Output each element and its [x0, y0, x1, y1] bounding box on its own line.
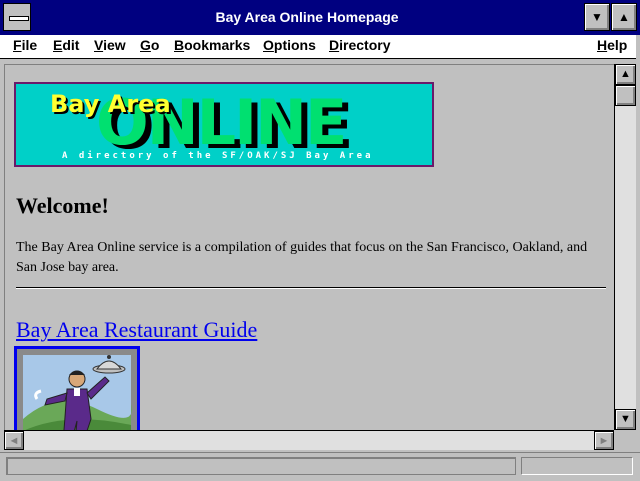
page-content[interactable]: ONLINE ONLINE Bay Area A directory of th… [4, 64, 615, 431]
scroll-right-button[interactable]: ► [594, 431, 614, 450]
menu-help[interactable]: Help [597, 37, 627, 53]
vertical-scrollbar[interactable]: ▲ ▼ [614, 64, 636, 430]
menu-view[interactable]: View [94, 37, 126, 53]
scroll-up-button[interactable]: ▲ [615, 64, 636, 85]
browser-window: Bay Area Online Homepage ▼ ▲ File Edit V… [0, 0, 640, 481]
menu-file[interactable]: File [13, 37, 37, 53]
menu-go[interactable]: Go [140, 37, 159, 53]
logo-bay-area-text: Bay Area [50, 90, 171, 118]
intro-paragraph: The Bay Area Online service is a compila… [16, 240, 588, 275]
menu-edit[interactable]: Edit [53, 37, 79, 53]
waiter-illustration [17, 349, 137, 431]
status-progress-panel [521, 457, 633, 475]
restaurant-guide-image[interactable] [14, 346, 140, 431]
maximize-button[interactable]: ▲ [611, 3, 637, 31]
logo-tagline: A directory of the SF/OAK/SJ Bay Area [62, 151, 374, 161]
menu-bookmarks[interactable]: Bookmarks [174, 37, 250, 53]
menu-directory[interactable]: Directory [329, 37, 390, 53]
horizontal-scrollbar[interactable]: ◄ ► [4, 430, 614, 450]
system-menu-icon[interactable] [3, 3, 31, 31]
status-text [6, 457, 516, 475]
welcome-heading: Welcome! [16, 193, 109, 218]
menu-options[interactable]: Options [263, 37, 316, 53]
title-bar[interactable]: Bay Area Online Homepage ▼ ▲ [0, 0, 640, 36]
status-bar [0, 452, 640, 481]
scroll-left-button[interactable]: ◄ [4, 431, 24, 450]
scrollbar-corner [614, 430, 636, 450]
bay-area-online-logo: ONLINE ONLINE Bay Area A directory of th… [14, 82, 434, 167]
scroll-down-button[interactable]: ▼ [615, 409, 636, 430]
menu-bar: File Edit View Go Bookmarks Options Dire… [0, 35, 640, 59]
minimize-button[interactable]: ▼ [584, 3, 610, 31]
horizontal-rule [16, 287, 606, 289]
restaurant-guide-link[interactable]: Bay Area Restaurant Guide [16, 317, 257, 343]
vertical-scroll-thumb[interactable] [615, 85, 636, 106]
window-frame-right [636, 35, 640, 480]
window-title: Bay Area Online Homepage [215, 9, 399, 25]
